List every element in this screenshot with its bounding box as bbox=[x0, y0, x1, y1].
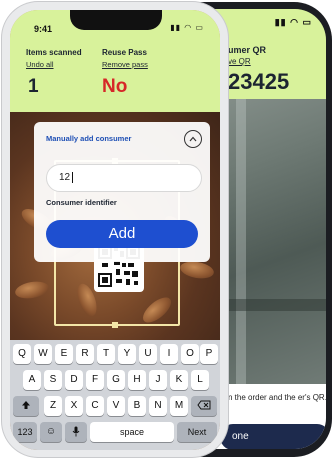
next-key[interactable]: Next bbox=[177, 422, 217, 442]
key-y[interactable]: Y bbox=[118, 344, 136, 364]
key-z[interactable]: Z bbox=[44, 396, 62, 416]
text-caret bbox=[72, 171, 74, 183]
key-u[interactable]: U bbox=[139, 344, 157, 364]
key-x[interactable]: X bbox=[65, 396, 83, 416]
backspace-icon bbox=[197, 400, 211, 410]
add-button[interactable]: Add bbox=[46, 220, 198, 248]
manual-add-panel: Manually add consumer 12 Consumer identi… bbox=[34, 122, 210, 262]
key-n[interactable]: N bbox=[149, 396, 167, 416]
back-header-value: 23425 bbox=[228, 69, 290, 94]
key-t[interactable]: T bbox=[97, 344, 115, 364]
key-d[interactable]: D bbox=[65, 370, 83, 390]
key-h[interactable]: H bbox=[128, 370, 146, 390]
back-header-link[interactable]: ve QR bbox=[228, 57, 251, 66]
key-k[interactable]: K bbox=[170, 370, 188, 390]
scan-frame-tick bbox=[112, 322, 118, 328]
key-a[interactable]: A bbox=[23, 370, 41, 390]
key-e[interactable]: E bbox=[55, 344, 73, 364]
key-f[interactable]: F bbox=[86, 370, 104, 390]
numbers-key[interactable]: 123 bbox=[13, 422, 37, 442]
done-button[interactable]: one bbox=[220, 424, 326, 449]
reuse-pass-label: Reuse Pass bbox=[102, 48, 147, 57]
input-label: Consumer identifier bbox=[46, 198, 117, 207]
back-header-label: umer QR bbox=[228, 45, 267, 55]
key-p[interactable]: P bbox=[200, 344, 218, 364]
reuse-pass-value: No bbox=[102, 76, 128, 97]
items-scanned-label: Items scanned bbox=[26, 48, 82, 57]
phone-notch bbox=[70, 10, 162, 30]
input-value: 12 bbox=[59, 172, 71, 183]
back-status-icons: ▮▮ ◠ ▭ bbox=[274, 17, 312, 27]
key-q[interactable]: Q bbox=[13, 344, 31, 364]
panel-title: Manually add consumer bbox=[46, 134, 132, 143]
space-key[interactable]: space bbox=[90, 422, 174, 442]
key-i[interactable]: I bbox=[160, 344, 178, 364]
key-w[interactable]: W bbox=[34, 344, 52, 364]
consumer-identifier-input[interactable]: 12 bbox=[46, 164, 202, 192]
key-m[interactable]: M bbox=[170, 396, 188, 416]
keyboard: Q W E R T Y U I O P A S D F G H J K L Z … bbox=[10, 340, 220, 450]
chevron-up-icon bbox=[189, 136, 197, 142]
shift-key[interactable] bbox=[13, 396, 39, 416]
microphone-icon bbox=[72, 426, 80, 437]
back-instruction-text: n the order and the er's QR. bbox=[228, 393, 326, 402]
key-b[interactable]: B bbox=[128, 396, 146, 416]
key-g[interactable]: G bbox=[107, 370, 125, 390]
key-c[interactable]: C bbox=[86, 396, 104, 416]
emoji-icon: ☺ bbox=[45, 426, 57, 437]
app-header: 9:41 ▮▮ ◠ ▭ Items scanned Undo all 1 Reu… bbox=[10, 10, 220, 112]
key-r[interactable]: R bbox=[76, 344, 94, 364]
items-scanned-value: 1 bbox=[28, 76, 39, 97]
camera-shape bbox=[236, 99, 246, 384]
emoji-key[interactable]: ☺ bbox=[40, 422, 62, 442]
backspace-key[interactable] bbox=[191, 396, 217, 416]
key-v[interactable]: V bbox=[107, 396, 125, 416]
front-phone-screen: 9:41 ▮▮ ◠ ▭ Items scanned Undo all 1 Reu… bbox=[10, 10, 220, 450]
remove-pass-link[interactable]: Remove pass bbox=[102, 60, 148, 69]
status-icons: ▮▮ ◠ ▭ bbox=[170, 23, 204, 32]
key-s[interactable]: S bbox=[44, 370, 62, 390]
front-phone: 9:41 ▮▮ ◠ ▭ Items scanned Undo all 1 Reu… bbox=[2, 2, 228, 457]
almond-image bbox=[13, 279, 51, 301]
almond-image bbox=[178, 259, 216, 281]
shift-icon bbox=[22, 401, 30, 410]
key-j[interactable]: J bbox=[149, 370, 167, 390]
collapse-button[interactable] bbox=[184, 130, 202, 148]
undo-all-link[interactable]: Undo all bbox=[26, 60, 54, 69]
key-l[interactable]: L bbox=[191, 370, 209, 390]
status-time: 9:41 bbox=[34, 24, 53, 34]
key-o[interactable]: O bbox=[181, 344, 199, 364]
app-mockup: ▮▮ ◠ ▭ umer QR ve QR 23425 n the order a… bbox=[0, 0, 334, 459]
dictation-key[interactable] bbox=[65, 422, 87, 442]
